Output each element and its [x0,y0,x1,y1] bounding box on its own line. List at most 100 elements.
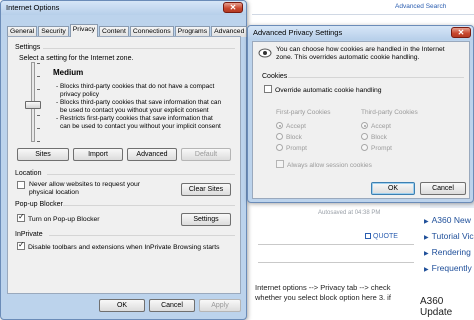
disable-toolbars-label: Disable toolbars and extensions when InP… [28,244,220,251]
radio-label: Accept [286,123,306,130]
location-group-label: Location [15,170,42,177]
session-cookies-checkbox[interactable]: Always allow session cookies [276,160,372,169]
privacy-panel [7,36,241,294]
import-button[interactable]: Import [73,148,123,161]
ok-button[interactable]: OK [99,299,145,312]
cookies-group-label: Cookies [262,73,288,80]
radio-dot[interactable] [276,144,283,151]
divider [47,174,235,175]
quote-link[interactable]: QUOTE [365,233,398,240]
info-line: You can choose how cookies are handled i… [276,46,445,53]
page-divider [252,14,474,15]
clear-sites-button[interactable]: Clear Sites [181,183,231,196]
radio-label: Prompt [371,145,392,152]
sidebar-link-label: Frequently [431,263,472,273]
advanced-search-link[interactable]: Advanced Search [395,3,446,10]
popup-blocker-checkbox[interactable]: Turn on Pop-up Blocker [17,212,100,223]
settings-group-label: Settings [15,44,41,51]
select-zone-text: Select a setting for the Internet zone. [19,55,134,62]
description-line: - Restricts first-party cookies that sav… [56,115,213,122]
checkbox-box[interactable] [264,85,272,93]
first-party-prompt-radio[interactable]: Prompt [276,144,307,152]
close-icon[interactable]: ✕ [223,2,243,13]
third-party-accept-radio[interactable]: Accept [361,122,391,130]
sidebar-link-label: Rendering [431,247,471,257]
first-party-block-radio[interactable]: Block [276,133,302,141]
quote-icon [365,233,371,239]
checkbox-box[interactable] [17,212,25,222]
apply-button[interactable]: Apply [199,299,241,312]
sidebar-link[interactable]: ▶ A360 New [424,215,471,225]
inprivate-group-label: InPrivate [15,231,43,238]
checkbox-box[interactable] [17,181,25,189]
post-divider [258,262,414,263]
divider [63,205,235,206]
radio-dot[interactable] [361,144,368,151]
disable-toolbars-checkbox[interactable]: Disable toolbars and extensions when InP… [17,240,220,251]
first-party-label: First-party Cookies [276,109,331,116]
radio-dot[interactable] [276,122,283,129]
privacy-description: - Blocks third-party cookies that do not… [56,83,241,131]
description-line: be used to contact you without your expl… [60,107,209,114]
popup-settings-button[interactable]: Settings [181,213,231,226]
default-button[interactable]: Default [181,148,231,161]
description-line: - Blocks third-party cookies that save i… [56,99,222,106]
third-party-block-radio[interactable]: Block [361,133,387,141]
privacy-slider-thumb[interactable] [25,101,41,109]
post-divider [258,244,414,245]
never-allow-location-label: Never allow websites to request your phy… [29,181,140,197]
divider [49,235,235,236]
override-cookie-label: Override automatic cookie handling [275,87,382,94]
first-party-accept-radio[interactable]: Accept [276,122,306,130]
cancel-button[interactable]: Cancel [420,182,466,195]
post-text-line: Internet options --> Privacy tab --> che… [255,283,391,292]
sidebar-link-label: Tutorial Vic [431,231,474,241]
ok-button[interactable]: OK [371,182,415,195]
popup-group-label: Pop-up Blocker [15,201,63,208]
third-party-label: Third-party Cookies [361,109,418,116]
radio-dot[interactable] [276,133,283,140]
label-line: physical location [29,189,79,196]
info-text: You can choose how cookies are handled i… [276,46,445,62]
advanced-privacy-titlebar: Advanced Privacy Settings [248,26,473,40]
sidebar-link[interactable]: ▶ Frequently [424,263,472,273]
privacy-level: Medium [53,68,84,77]
radio-dot[interactable] [361,122,368,129]
session-cookies-label: Always allow session cookies [287,162,372,169]
checkbox-box[interactable] [17,240,25,250]
sites-button[interactable]: Sites [17,148,69,161]
privacy-eye-icon [258,48,272,58]
divider [43,48,235,49]
window-title: Internet Options [6,3,60,12]
popup-blocker-label: Turn on Pop-up Blocker [28,216,100,223]
radio-dot[interactable] [361,133,368,140]
radio-label: Accept [371,123,391,130]
radio-label: Block [371,134,387,141]
advanced-privacy-panel [252,41,470,199]
a360-heading: A360 Update [420,296,453,318]
advanced-button[interactable]: Advanced [127,148,177,161]
internet-options-titlebar: Internet Options [1,1,246,15]
description-line: - Blocks third-party cookies that do not… [56,83,215,90]
tab-privacy[interactable]: Privacy [69,24,99,37]
quote-label: QUOTE [373,233,398,240]
description-line: privacy policy [60,91,100,98]
divider [288,77,464,78]
sidebar-link[interactable]: ▶ Rendering [424,247,471,257]
third-party-prompt-radio[interactable]: Prompt [361,144,392,152]
post-text-line: whether you select block option here 3. … [255,293,391,302]
sidebar-link-label: A360 New [431,215,471,225]
sidebar-link[interactable]: ▶ Tutorial Vic [424,231,474,241]
override-cookie-checkbox[interactable]: Override automatic cookie handling [264,85,382,94]
never-allow-location-checkbox[interactable] [17,181,28,190]
internet-options-window: Internet Options ✕ General Security Priv… [0,0,248,320]
radio-label: Prompt [286,145,307,152]
checkbox-box[interactable] [276,160,284,168]
advanced-privacy-window: Advanced Privacy Settings ✕ You can choo… [247,25,474,203]
info-line: zone. This overrides automatic cookie ha… [276,54,420,61]
label-line: Never allow websites to request your [29,181,141,188]
description-line: can be used to contact you without your … [60,123,221,130]
close-icon[interactable]: ✕ [451,27,471,38]
cancel-button[interactable]: Cancel [149,299,195,312]
window-title: Advanced Privacy Settings [253,28,343,37]
